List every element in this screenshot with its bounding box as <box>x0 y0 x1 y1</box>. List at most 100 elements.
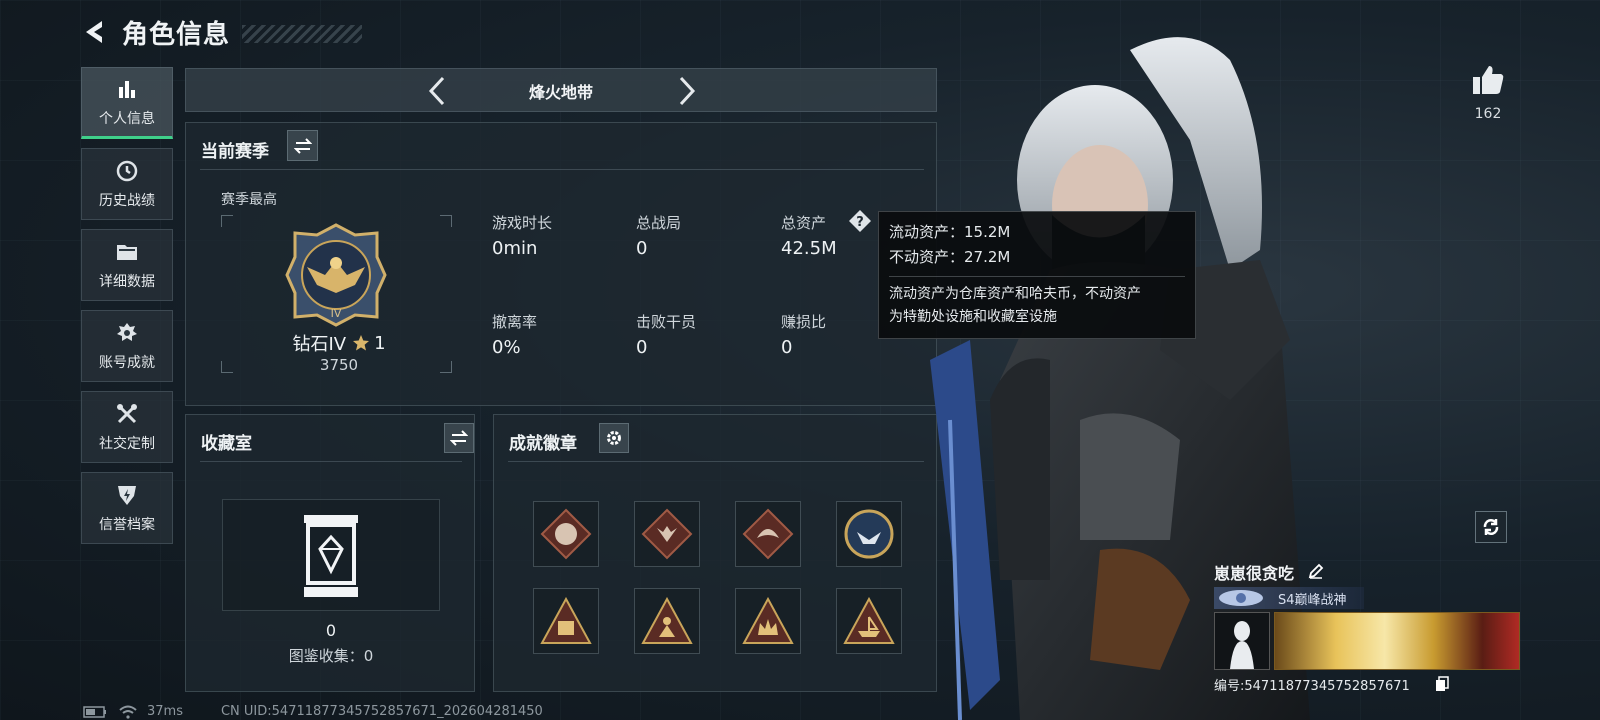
season-panel: 当前赛季 赛季最高 IV 钻石IV 1 3750 游戏时长 0min 总战局 0… <box>185 122 937 406</box>
divider <box>508 461 924 462</box>
dragon-badge-icon[interactable] <box>735 501 801 567</box>
ship-badge-icon[interactable] <box>836 588 902 654</box>
collection-panel: 收藏室 0 图鉴收集：0 <box>185 414 475 692</box>
tools-icon <box>115 401 139 427</box>
achievement-icon <box>115 320 139 346</box>
sidebar-item-label: 社交定制 <box>99 436 155 452</box>
avatar-card[interactable] <box>1214 612 1270 670</box>
divider <box>200 169 924 170</box>
collection-title: 收藏室 <box>201 434 252 454</box>
sidebar-item-achievements[interactable]: 账号成就 <box>81 310 173 382</box>
achievements-title: 成就徽章 <box>509 434 577 454</box>
display-case-icon <box>302 513 360 603</box>
frame-corner <box>221 361 233 373</box>
frame-corner <box>221 215 233 227</box>
history-clock-icon <box>115 158 139 184</box>
figure-badge-icon[interactable] <box>634 588 700 654</box>
stat-value-matches: 0 <box>636 238 648 259</box>
player-title: S4巅峰战神 <box>1278 593 1347 608</box>
achievements-panel: 成就徽章 <box>493 414 937 692</box>
stat-value-profit-ratio: 0 <box>781 337 793 358</box>
stat-value-extract-rate: 0% <box>492 337 521 358</box>
chevron-right-icon[interactable] <box>672 75 702 107</box>
safe-badge-icon[interactable] <box>533 588 599 654</box>
frame-corner <box>440 361 452 373</box>
sidebar-item-personal-info[interactable]: 个人信息 <box>81 67 173 139</box>
stat-label-matches: 总战局 <box>636 214 682 232</box>
stat-value-playtime: 0min <box>492 238 538 259</box>
page-title: 角色信息 <box>122 19 231 50</box>
svg-text:?: ? <box>856 215 864 230</box>
collection-progress: 图鉴收集：0 <box>288 647 374 665</box>
battery-icon <box>83 705 106 718</box>
tooltip-fixed-assets: 不动资产：27.2M <box>889 248 1011 266</box>
tooltip-desc-line2: 为特勤处设施和收藏室设施 <box>889 309 1057 325</box>
edit-pencil-icon[interactable] <box>1308 563 1324 583</box>
title-decoration <box>242 25 363 43</box>
ram-badge-icon[interactable] <box>533 501 599 567</box>
uid-info: CN UID:54711877345752857671_202604281450 <box>220 704 543 719</box>
tooltip-liquid-assets: 流动资产：15.2M <box>889 223 1011 241</box>
mode-name: 烽火地带 <box>528 83 593 102</box>
like-button[interactable]: 162 <box>1468 64 1508 122</box>
stat-label-profit-ratio: 赚损比 <box>781 313 827 331</box>
diamond-rank-emblem-icon: IV <box>285 223 387 331</box>
rank-stars: 1 <box>374 332 386 354</box>
swap-season-button[interactable] <box>287 130 318 161</box>
bar-chart-icon <box>116 76 138 102</box>
ping-value: 37ms <box>147 704 183 719</box>
season-title: 当前赛季 <box>201 142 269 162</box>
tooltip-desc-line1: 流动资产为仓库资产和哈夫币，不动资产 <box>889 286 1141 302</box>
swap-collection-button[interactable] <box>444 423 474 453</box>
svg-text:IV: IV <box>331 307 342 320</box>
settings-button[interactable] <box>599 423 629 453</box>
copy-icon[interactable] <box>1435 676 1449 696</box>
gear-icon <box>607 431 621 445</box>
player-name: 崽崽很贪吃 <box>1214 564 1295 583</box>
refresh-icon <box>1483 519 1499 535</box>
rank-name: 钻石IV <box>292 334 347 355</box>
crown-badge-icon[interactable] <box>735 588 801 654</box>
stat-value-total-assets: 42.5M <box>781 238 837 259</box>
player-uid: 编号:54711877345752857671 <box>1214 679 1410 694</box>
sidebar: 个人信息 历史战绩 详细数据 账号成就 社交定制 信誉档案 <box>81 67 173 553</box>
wolf-badge-icon[interactable] <box>634 501 700 567</box>
eagle-badge-icon[interactable] <box>836 501 902 567</box>
sidebar-item-label: 账号成就 <box>99 355 155 371</box>
stat-value-kills: 0 <box>636 337 648 358</box>
sidebar-item-social-custom[interactable]: 社交定制 <box>81 391 173 463</box>
stat-label-extract-rate: 撤离率 <box>492 313 538 331</box>
sidebar-item-reputation[interactable]: 信誉档案 <box>81 472 173 544</box>
rotate-view-button[interactable] <box>1475 511 1507 543</box>
sidebar-item-detailed-data[interactable]: 详细数据 <box>81 229 173 301</box>
back-arrow-icon[interactable] <box>80 18 108 46</box>
player-title-bar: S4巅峰战神 <box>1214 587 1364 609</box>
sidebar-item-label: 信誉档案 <box>99 517 155 533</box>
rank-label: 钻石IV 1 <box>284 330 394 356</box>
stat-label-playtime: 游戏时长 <box>492 214 553 232</box>
divider <box>200 461 462 462</box>
sidebar-item-label: 历史战绩 <box>99 193 155 209</box>
swap-icon <box>450 430 468 446</box>
rank-points: 3750 <box>319 356 359 374</box>
season-best-label: 赛季最高 <box>221 192 277 208</box>
frame-corner <box>440 215 452 227</box>
swap-icon <box>293 137 312 154</box>
star-icon <box>353 335 370 351</box>
title-emblem-icon <box>1216 588 1266 612</box>
help-icon[interactable]: ? <box>848 209 872 237</box>
collection-count: 0 <box>325 621 337 640</box>
shield-bolt-icon <box>115 482 139 508</box>
thumbs-up-icon <box>1473 66 1504 94</box>
banner-card[interactable] <box>1274 612 1520 670</box>
page-header: 角色信息 <box>80 14 363 50</box>
assets-tooltip: 流动资产：15.2M 不动资产：27.2M 流动资产为仓库资产和哈夫币，不动资产… <box>878 211 1196 339</box>
tooltip-divider <box>889 276 1185 277</box>
sidebar-item-label: 详细数据 <box>99 274 155 290</box>
mode-selector: 烽火地带 <box>185 68 937 112</box>
wifi-icon <box>119 705 137 719</box>
sidebar-item-history[interactable]: 历史战绩 <box>81 148 173 220</box>
sidebar-item-label: 个人信息 <box>99 111 155 127</box>
like-count: 162 <box>1474 106 1502 122</box>
stat-label-kills: 击败干员 <box>636 313 697 331</box>
